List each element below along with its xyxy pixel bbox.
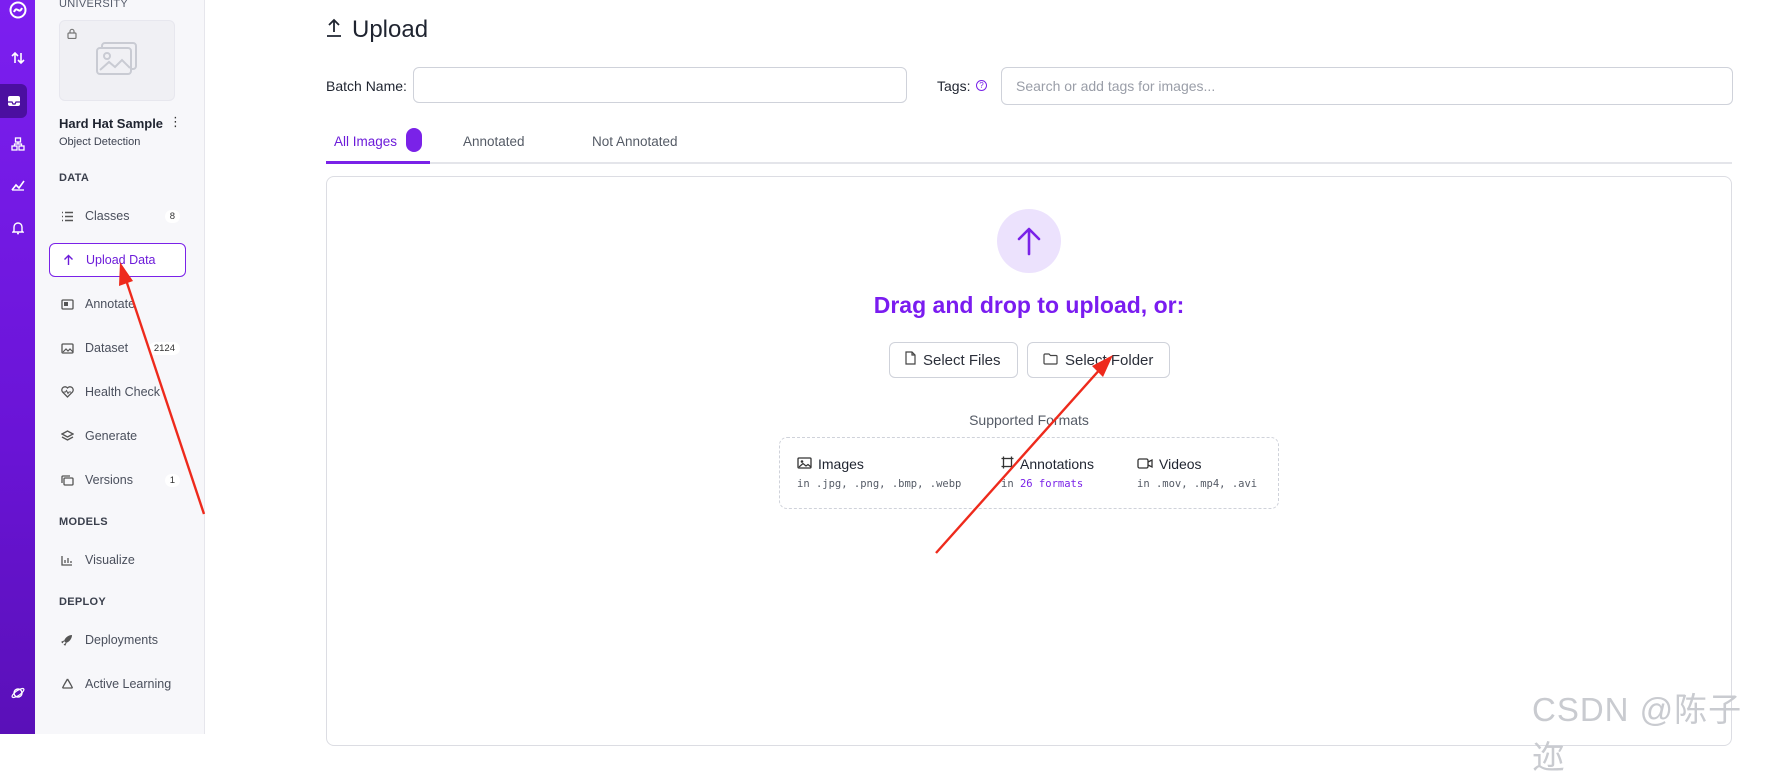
upload-title-icon — [326, 16, 352, 44]
section-models: MODELS — [59, 516, 108, 528]
select-folder-button[interactable]: Select Folder — [1027, 342, 1170, 378]
sidebar-item-label: Health Check — [85, 385, 161, 399]
page-title: Upload — [326, 16, 428, 44]
section-data: DATA — [59, 172, 90, 184]
image-filter-tabs: All Images Annotated Not Annotated — [326, 124, 1732, 164]
sidebar-item-label: Generate — [85, 429, 138, 443]
classes-count-badge: 8 — [164, 209, 180, 223]
bell-icon[interactable] — [0, 211, 35, 245]
rocket-icon — [60, 633, 74, 647]
upload-arrow-icon — [997, 209, 1061, 273]
project-type: Object Detection — [59, 136, 141, 148]
sidebar-item-label: Upload Data — [86, 253, 156, 267]
analytics-icon[interactable] — [0, 168, 35, 202]
inbox-icon[interactable] — [0, 84, 27, 118]
all-images-count-pill — [406, 128, 422, 152]
page-title-text: Upload — [352, 16, 429, 43]
batch-name-input[interactable] — [413, 67, 907, 103]
file-icon — [905, 351, 923, 369]
sidebar-item-label: Versions — [85, 473, 133, 487]
sidebar-item-label: Deployments — [85, 633, 158, 647]
select-files-button[interactable]: Select Files — [889, 342, 1018, 378]
sidebar-item-classes[interactable]: Classes 8 — [49, 199, 186, 233]
video-icon — [1137, 456, 1159, 472]
format-videos: Videos in .mov, .mp4, .avi — [1137, 456, 1257, 490]
sidebar-item-dataset[interactable]: Dataset 2124 — [49, 331, 186, 365]
format-videos-title: Videos — [1159, 456, 1202, 472]
drag-drop-text: Drag and drop to upload, or: — [873, 292, 1185, 318]
select-files-label: Select Files — [923, 351, 1001, 369]
active-tab-indicator — [326, 161, 430, 164]
watermark: CSDN @陈子迩 — [1532, 691, 1743, 776]
versions-icon — [60, 473, 74, 487]
image-icon — [797, 456, 818, 472]
dataset-count-badge: 2124 — [148, 341, 180, 355]
lock-icon — [67, 26, 77, 44]
format-images-title: Images — [818, 456, 864, 472]
chart-icon — [60, 553, 74, 567]
format-videos-extensions: in .mov, .mp4, .avi — [1137, 478, 1258, 490]
layers-icon — [60, 429, 74, 443]
sidebar-item-active-learning[interactable]: Active Learning — [49, 667, 186, 701]
section-deploy: DEPLOY — [59, 596, 107, 608]
sidebar-item-deployments[interactable]: Deployments — [49, 623, 186, 657]
sidebar-item-label: Dataset — [85, 341, 129, 355]
list-icon — [60, 209, 74, 223]
image-placeholder-icon — [96, 42, 138, 81]
help-icon[interactable]: ? — [976, 80, 987, 91]
sidebar-item-versions[interactable]: Versions 1 — [49, 463, 186, 497]
tags-label: Tags: — [937, 78, 971, 94]
logo-icon[interactable] — [0, 0, 35, 27]
tab-not-annotated[interactable]: Not Annotated — [592, 134, 678, 149]
annotation-formats-link[interactable]: 26 formats — [1020, 478, 1083, 490]
sidebar-item-label: Classes — [85, 209, 130, 223]
workflow-icon[interactable] — [0, 127, 35, 161]
project-thumbnail[interactable] — [59, 20, 175, 101]
folder-icon — [1043, 352, 1065, 369]
tab-all-images[interactable]: All Images — [334, 134, 397, 149]
project-menu-icon[interactable]: ⋮ — [169, 114, 182, 130]
workspace-label: UNIVERSITY — [59, 0, 129, 10]
planet-icon[interactable] — [0, 676, 35, 710]
images-icon — [60, 341, 74, 355]
sidebar-item-label: Visualize — [85, 553, 135, 567]
arrow-up-icon — [61, 253, 75, 267]
select-folder-label: Select Folder — [1065, 351, 1154, 369]
batch-name-label: Batch Name: — [326, 78, 407, 94]
project-sidebar: UNIVERSITY Hard Hat Sample ⋮ Object Dete… — [35, 0, 205, 734]
sidebar-item-visualize[interactable]: Visualize — [49, 543, 186, 577]
recycle-icon — [60, 677, 74, 691]
tags-search-input[interactable]: Search or add tags for images... — [1001, 67, 1733, 105]
format-annotations-title: Annotations — [1020, 456, 1094, 472]
tab-annotated[interactable]: Annotated — [463, 134, 525, 149]
supported-formats-box: Images in .jpg, .png, .bmp, .webp Annota… — [779, 437, 1279, 509]
format-annotations: Annotations in 26 formats — [1001, 456, 1094, 490]
versions-count-badge: 1 — [164, 473, 180, 487]
tags-placeholder: Search or add tags for images... — [1016, 78, 1216, 94]
format-images: Images in .jpg, .png, .bmp, .webp — [797, 456, 961, 490]
sidebar-item-upload-data[interactable]: Upload Data — [49, 243, 186, 277]
heart-pulse-icon — [60, 385, 74, 399]
format-images-extensions: in .jpg, .png, .bmp, .webp — [797, 478, 962, 490]
supported-formats-title: Supported Formats — [969, 412, 1089, 428]
app-rail — [0, 0, 35, 734]
project-name[interactable]: Hard Hat Sample — [59, 116, 163, 131]
bounding-box-icon — [1001, 456, 1020, 472]
sidebar-item-health-check[interactable]: Health Check — [49, 375, 186, 409]
sidebar-item-label: Active Learning — [85, 677, 172, 691]
format-annotations-sub: in 26 formats — [1001, 478, 1084, 490]
transfer-icon[interactable] — [0, 41, 35, 75]
